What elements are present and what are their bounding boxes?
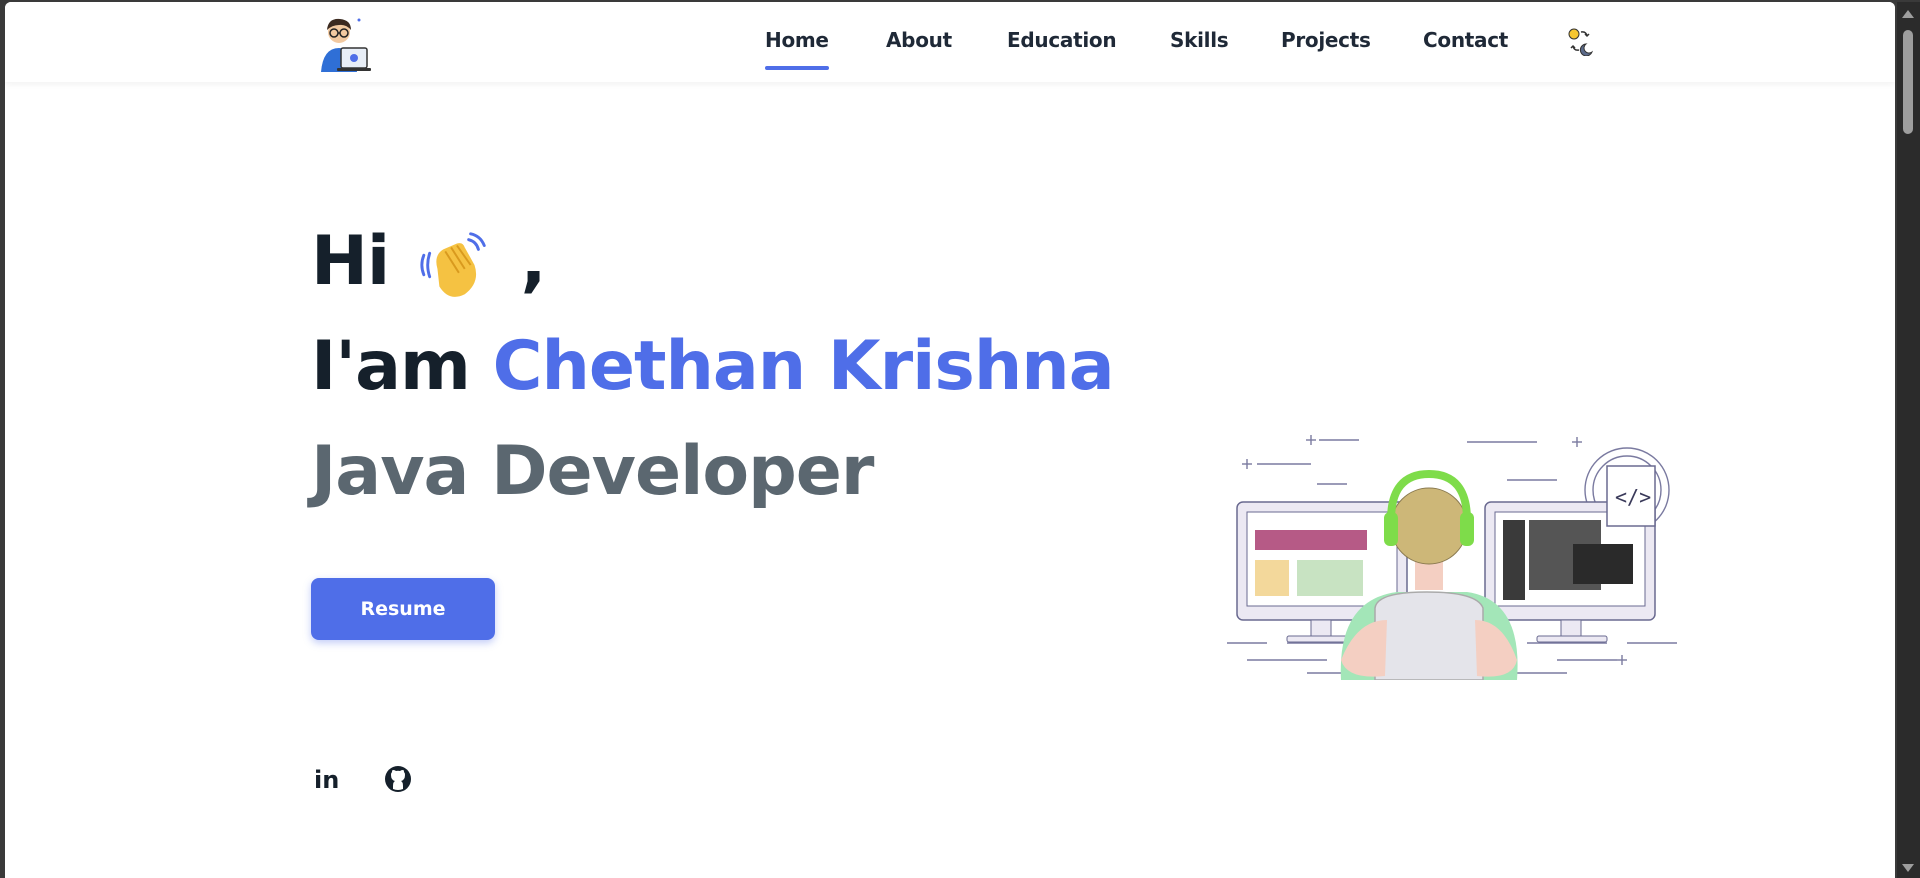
scroll-down-arrow-icon[interactable] — [1902, 864, 1914, 872]
hero-greeting: Hi , — [311, 222, 547, 304]
intro-prefix: I'am — [311, 327, 471, 406]
greeting-comma: , — [520, 222, 547, 301]
scroll-up-arrow-icon[interactable] — [1902, 10, 1914, 18]
developer-role: Java Developer — [311, 432, 874, 511]
nav-projects-link[interactable]: Projects — [1281, 28, 1371, 52]
github-glyph — [385, 766, 411, 792]
nav-contact-link[interactable]: Contact — [1423, 28, 1508, 52]
resume-button[interactable]: Resume — [311, 578, 495, 640]
linkedin-icon[interactable]: in — [312, 764, 342, 794]
theme-toggle-icon[interactable] — [1565, 26, 1595, 56]
developer-name: Chethan Krishna — [492, 327, 1115, 406]
hero-intro: I'am Chethan Krishna — [311, 327, 1115, 406]
github-icon[interactable] — [383, 764, 413, 794]
site-header: Home About Education Skills Projects Con… — [5, 2, 1895, 82]
scroll-thumb[interactable] — [1903, 30, 1913, 134]
svg-text:</>: </> — [1615, 485, 1651, 509]
nav-skills-link[interactable]: Skills — [1170, 28, 1229, 52]
linkedin-glyph: in — [314, 766, 339, 794]
nav-home-link[interactable]: Home — [765, 28, 829, 70]
waving-hand-icon — [420, 232, 486, 298]
greeting-text: Hi — [311, 222, 390, 301]
developer-at-desk-illustration: </> — [1227, 435, 1677, 680]
developer-avatar-icon[interactable] — [315, 14, 371, 74]
nav-about-link[interactable]: About — [886, 28, 952, 52]
nav-education-link[interactable]: Education — [1007, 28, 1117, 52]
linkedin-glyph-text: in — [314, 766, 339, 794]
portfolio-page: Home About Education Skills Projects Con… — [5, 2, 1895, 878]
page-scrollbar[interactable] — [1897, 2, 1920, 878]
